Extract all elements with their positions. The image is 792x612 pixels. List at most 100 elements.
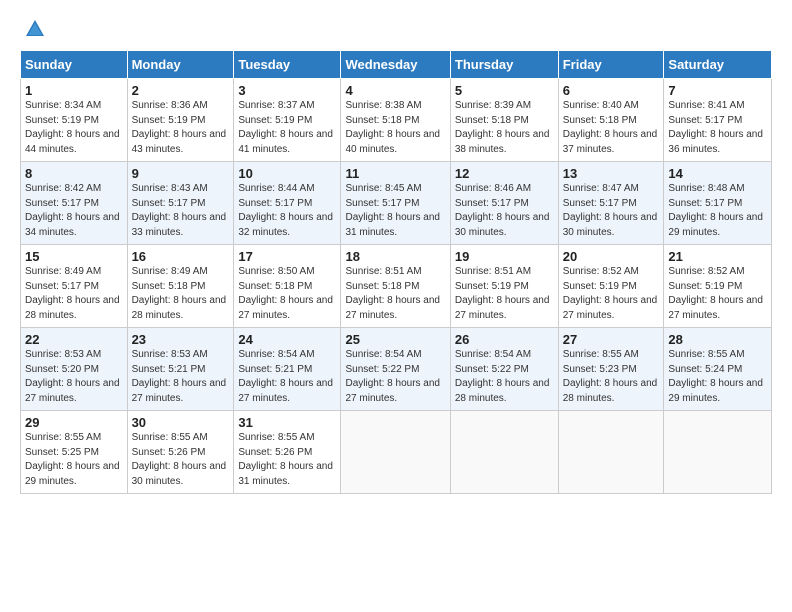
day-detail: Sunrise: 8:52 AM Sunset: 5:19 PM Dayligh…	[668, 265, 767, 323]
calendar-cell: 22Sunrise: 8:53 AM Sunset: 5:20 PM Dayli…	[21, 328, 128, 411]
day-number: 27	[563, 332, 660, 347]
day-number: 2	[132, 83, 230, 98]
calendar-cell: 12Sunrise: 8:46 AM Sunset: 5:17 PM Dayli…	[450, 162, 558, 245]
day-number: 30	[132, 415, 230, 430]
day-detail: Sunrise: 8:37 AM Sunset: 5:19 PM Dayligh…	[238, 99, 336, 157]
calendar-cell: 26Sunrise: 8:54 AM Sunset: 5:22 PM Dayli…	[450, 328, 558, 411]
day-detail: Sunrise: 8:53 AM Sunset: 5:21 PM Dayligh…	[132, 348, 230, 406]
day-number: 8	[25, 166, 123, 181]
calendar-cell: 28Sunrise: 8:55 AM Sunset: 5:24 PM Dayli…	[664, 328, 772, 411]
calendar-cell	[341, 411, 450, 494]
day-number: 12	[455, 166, 554, 181]
week-row-4: 22Sunrise: 8:53 AM Sunset: 5:20 PM Dayli…	[21, 328, 772, 411]
calendar-cell: 29Sunrise: 8:55 AM Sunset: 5:25 PM Dayli…	[21, 411, 128, 494]
calendar-cell: 9Sunrise: 8:43 AM Sunset: 5:17 PM Daylig…	[127, 162, 234, 245]
day-number: 14	[668, 166, 767, 181]
day-detail: Sunrise: 8:48 AM Sunset: 5:17 PM Dayligh…	[668, 182, 767, 240]
weekday-header-saturday: Saturday	[664, 51, 772, 79]
day-detail: Sunrise: 8:49 AM Sunset: 5:18 PM Dayligh…	[132, 265, 230, 323]
day-detail: Sunrise: 8:45 AM Sunset: 5:17 PM Dayligh…	[345, 182, 445, 240]
calendar-cell: 18Sunrise: 8:51 AM Sunset: 5:18 PM Dayli…	[341, 245, 450, 328]
day-number: 15	[25, 249, 123, 264]
day-number: 7	[668, 83, 767, 98]
week-row-2: 8Sunrise: 8:42 AM Sunset: 5:17 PM Daylig…	[21, 162, 772, 245]
weekday-header-friday: Friday	[558, 51, 664, 79]
day-detail: Sunrise: 8:54 AM Sunset: 5:21 PM Dayligh…	[238, 348, 336, 406]
weekday-header-sunday: Sunday	[21, 51, 128, 79]
day-number: 10	[238, 166, 336, 181]
calendar-cell: 16Sunrise: 8:49 AM Sunset: 5:18 PM Dayli…	[127, 245, 234, 328]
day-detail: Sunrise: 8:34 AM Sunset: 5:19 PM Dayligh…	[25, 99, 123, 157]
calendar-cell: 13Sunrise: 8:47 AM Sunset: 5:17 PM Dayli…	[558, 162, 664, 245]
day-number: 4	[345, 83, 445, 98]
day-number: 3	[238, 83, 336, 98]
calendar-cell: 31Sunrise: 8:55 AM Sunset: 5:26 PM Dayli…	[234, 411, 341, 494]
day-number: 18	[345, 249, 445, 264]
calendar-cell: 2Sunrise: 8:36 AM Sunset: 5:19 PM Daylig…	[127, 79, 234, 162]
calendar-cell: 4Sunrise: 8:38 AM Sunset: 5:18 PM Daylig…	[341, 79, 450, 162]
day-detail: Sunrise: 8:42 AM Sunset: 5:17 PM Dayligh…	[25, 182, 123, 240]
day-number: 29	[25, 415, 123, 430]
day-number: 25	[345, 332, 445, 347]
day-detail: Sunrise: 8:53 AM Sunset: 5:20 PM Dayligh…	[25, 348, 123, 406]
day-detail: Sunrise: 8:55 AM Sunset: 5:24 PM Dayligh…	[668, 348, 767, 406]
calendar-cell: 10Sunrise: 8:44 AM Sunset: 5:17 PM Dayli…	[234, 162, 341, 245]
logo-icon	[24, 18, 46, 40]
day-detail: Sunrise: 8:55 AM Sunset: 5:26 PM Dayligh…	[238, 431, 336, 489]
weekday-header-tuesday: Tuesday	[234, 51, 341, 79]
day-number: 31	[238, 415, 336, 430]
day-detail: Sunrise: 8:54 AM Sunset: 5:22 PM Dayligh…	[345, 348, 445, 406]
calendar-cell: 25Sunrise: 8:54 AM Sunset: 5:22 PM Dayli…	[341, 328, 450, 411]
calendar-cell: 24Sunrise: 8:54 AM Sunset: 5:21 PM Dayli…	[234, 328, 341, 411]
day-number: 24	[238, 332, 336, 347]
day-number: 16	[132, 249, 230, 264]
day-detail: Sunrise: 8:38 AM Sunset: 5:18 PM Dayligh…	[345, 99, 445, 157]
week-row-5: 29Sunrise: 8:55 AM Sunset: 5:25 PM Dayli…	[21, 411, 772, 494]
calendar-cell: 3Sunrise: 8:37 AM Sunset: 5:19 PM Daylig…	[234, 79, 341, 162]
calendar-cell: 11Sunrise: 8:45 AM Sunset: 5:17 PM Dayli…	[341, 162, 450, 245]
logo-text	[20, 18, 46, 40]
calendar-cell: 30Sunrise: 8:55 AM Sunset: 5:26 PM Dayli…	[127, 411, 234, 494]
weekday-header-row: SundayMondayTuesdayWednesdayThursdayFrid…	[21, 51, 772, 79]
calendar-cell: 8Sunrise: 8:42 AM Sunset: 5:17 PM Daylig…	[21, 162, 128, 245]
calendar-cell	[558, 411, 664, 494]
week-row-1: 1Sunrise: 8:34 AM Sunset: 5:19 PM Daylig…	[21, 79, 772, 162]
calendar-table: SundayMondayTuesdayWednesdayThursdayFrid…	[20, 50, 772, 494]
weekday-header-monday: Monday	[127, 51, 234, 79]
calendar-cell: 19Sunrise: 8:51 AM Sunset: 5:19 PM Dayli…	[450, 245, 558, 328]
calendar-cell: 21Sunrise: 8:52 AM Sunset: 5:19 PM Dayli…	[664, 245, 772, 328]
calendar-cell: 20Sunrise: 8:52 AM Sunset: 5:19 PM Dayli…	[558, 245, 664, 328]
page: SundayMondayTuesdayWednesdayThursdayFrid…	[0, 0, 792, 504]
header	[20, 18, 772, 40]
calendar-cell: 6Sunrise: 8:40 AM Sunset: 5:18 PM Daylig…	[558, 79, 664, 162]
day-number: 19	[455, 249, 554, 264]
calendar-cell: 27Sunrise: 8:55 AM Sunset: 5:23 PM Dayli…	[558, 328, 664, 411]
day-detail: Sunrise: 8:47 AM Sunset: 5:17 PM Dayligh…	[563, 182, 660, 240]
calendar-cell: 23Sunrise: 8:53 AM Sunset: 5:21 PM Dayli…	[127, 328, 234, 411]
day-number: 21	[668, 249, 767, 264]
day-number: 9	[132, 166, 230, 181]
day-number: 28	[668, 332, 767, 347]
day-number: 5	[455, 83, 554, 98]
day-detail: Sunrise: 8:43 AM Sunset: 5:17 PM Dayligh…	[132, 182, 230, 240]
day-detail: Sunrise: 8:44 AM Sunset: 5:17 PM Dayligh…	[238, 182, 336, 240]
day-detail: Sunrise: 8:41 AM Sunset: 5:17 PM Dayligh…	[668, 99, 767, 157]
day-detail: Sunrise: 8:46 AM Sunset: 5:17 PM Dayligh…	[455, 182, 554, 240]
calendar-cell	[450, 411, 558, 494]
day-detail: Sunrise: 8:51 AM Sunset: 5:18 PM Dayligh…	[345, 265, 445, 323]
week-row-3: 15Sunrise: 8:49 AM Sunset: 5:17 PM Dayli…	[21, 245, 772, 328]
calendar-cell: 15Sunrise: 8:49 AM Sunset: 5:17 PM Dayli…	[21, 245, 128, 328]
day-detail: Sunrise: 8:52 AM Sunset: 5:19 PM Dayligh…	[563, 265, 660, 323]
day-detail: Sunrise: 8:39 AM Sunset: 5:18 PM Dayligh…	[455, 99, 554, 157]
day-number: 11	[345, 166, 445, 181]
weekday-header-thursday: Thursday	[450, 51, 558, 79]
day-detail: Sunrise: 8:36 AM Sunset: 5:19 PM Dayligh…	[132, 99, 230, 157]
day-number: 17	[238, 249, 336, 264]
calendar-cell: 1Sunrise: 8:34 AM Sunset: 5:19 PM Daylig…	[21, 79, 128, 162]
calendar-cell	[664, 411, 772, 494]
day-number: 1	[25, 83, 123, 98]
day-detail: Sunrise: 8:55 AM Sunset: 5:25 PM Dayligh…	[25, 431, 123, 489]
day-detail: Sunrise: 8:55 AM Sunset: 5:23 PM Dayligh…	[563, 348, 660, 406]
day-number: 6	[563, 83, 660, 98]
calendar-cell: 17Sunrise: 8:50 AM Sunset: 5:18 PM Dayli…	[234, 245, 341, 328]
